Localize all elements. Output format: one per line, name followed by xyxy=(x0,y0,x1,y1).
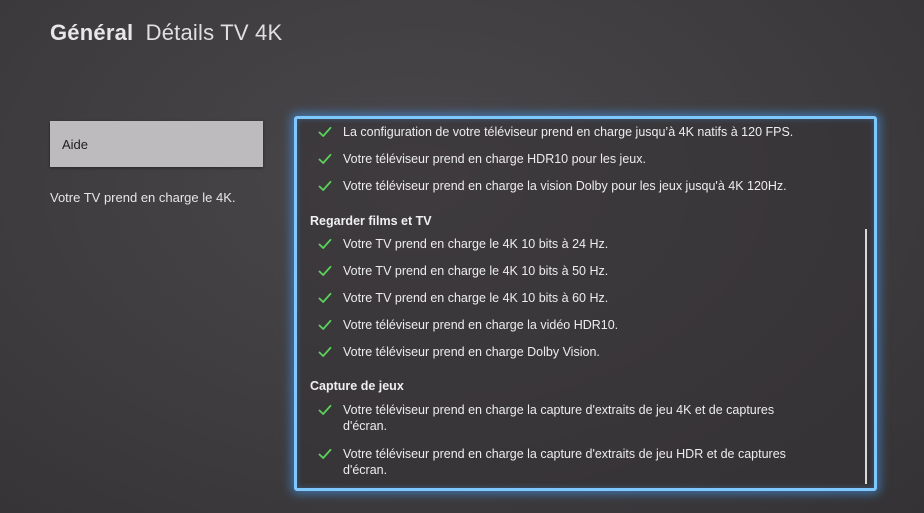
screen: Général Détails TV 4K Aide Votre TV pren… xyxy=(0,0,924,513)
item-text: Votre TV prend en charge le 4K 10 bits à… xyxy=(343,291,609,305)
item-text: Votre téléviseur prend en charge Dolby V… xyxy=(343,345,600,359)
list-item: Votre TV prend en charge le 4K 10 bits à… xyxy=(317,236,608,252)
item-text: Votre téléviseur prend en charge HDR10 p… xyxy=(343,152,646,166)
section-title: Général xyxy=(50,20,134,45)
item-text: Votre téléviseur prend en charge la capt… xyxy=(343,447,786,477)
checkmark-icon xyxy=(317,178,333,194)
details-list: La configuration de votre téléviseur pre… xyxy=(297,119,860,488)
item-text: Votre TV prend en charge le 4K 10 bits à… xyxy=(343,237,609,251)
item-text: Votre téléviseur prend en charge la vidé… xyxy=(343,318,619,332)
checkmark-icon xyxy=(317,263,333,279)
checkmark-icon xyxy=(317,151,333,167)
page-header: Général Détails TV 4K xyxy=(50,20,282,46)
checkmark-icon xyxy=(317,290,333,306)
item-text: La configuration de votre téléviseur pre… xyxy=(343,125,794,139)
checkmark-icon xyxy=(317,344,333,360)
checkmark-icon xyxy=(317,446,333,462)
scrollbar[interactable] xyxy=(865,229,867,484)
item-text: Votre téléviseur prend en charge la capt… xyxy=(343,403,775,433)
list-item: Votre téléviseur prend en charge la vidé… xyxy=(317,317,618,333)
list-item: Votre téléviseur prend en charge la capt… xyxy=(317,446,803,478)
checkmark-icon xyxy=(317,124,333,140)
list-item: Votre TV prend en charge le 4K 10 bits à… xyxy=(317,290,608,306)
list-item: Votre téléviseur prend en charge HDR10 p… xyxy=(317,151,646,167)
help-button-label: Aide xyxy=(62,136,89,152)
page-title: Détails TV 4K xyxy=(145,20,283,45)
checkmark-icon xyxy=(317,402,333,418)
checkmark-icon xyxy=(317,236,333,252)
list-item: Votre téléviseur prend en charge Dolby V… xyxy=(317,344,600,360)
support-summary: Votre TV prend en charge le 4K. xyxy=(50,190,236,205)
list-item: Votre téléviseur prend en charge la visi… xyxy=(317,178,787,194)
list-item: Votre téléviseur prend en charge la capt… xyxy=(317,402,803,434)
item-text: Votre téléviseur prend en charge la visi… xyxy=(343,179,787,193)
group-title: Capture de jeux xyxy=(310,379,404,393)
item-text: Votre TV prend en charge le 4K 10 bits à… xyxy=(343,264,609,278)
details-panel[interactable]: La configuration de votre téléviseur pre… xyxy=(294,116,877,491)
help-button[interactable]: Aide xyxy=(50,121,263,167)
checkmark-icon xyxy=(317,317,333,333)
list-item: La configuration de votre téléviseur pre… xyxy=(317,124,793,140)
group-title: Regarder films et TV xyxy=(310,214,432,228)
list-item: Votre TV prend en charge le 4K 10 bits à… xyxy=(317,263,608,279)
